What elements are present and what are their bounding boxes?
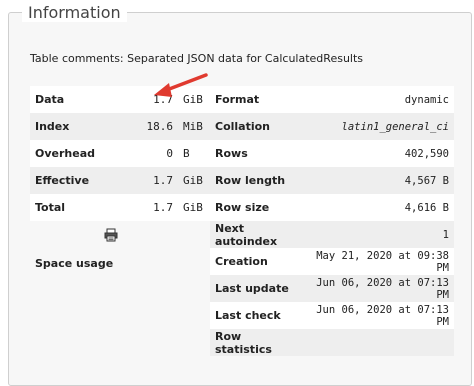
row-stat-label: Last update — [210, 275, 302, 302]
space-value: 1.7 — [108, 194, 178, 221]
row-stat-value: 4,567 B — [302, 167, 454, 194]
row-stat-collation: Collation latin1_general_ci — [210, 113, 454, 140]
row-stat-format: Format dynamic — [210, 86, 454, 113]
row-stat-label: Row size — [210, 194, 302, 221]
space-label: Index — [30, 113, 108, 140]
row-stat-value: Jun 06, 2020 at 07:13 PM — [302, 302, 454, 329]
space-usage-table: Data 1.7 GiB Index 18.6 MiB Overhead 0 B… — [30, 86, 210, 221]
row-stat-label: Rows — [210, 140, 302, 167]
space-row-index: Index 18.6 MiB — [30, 113, 210, 140]
row-stat-value — [302, 329, 454, 356]
row-stat-label: Next autoindex — [210, 221, 302, 248]
row-stat-value: 4,616 B — [302, 194, 454, 221]
space-label: Effective — [30, 167, 108, 194]
table-comments: Table comments: Separated JSON data for … — [30, 52, 364, 65]
space-unit: MiB — [178, 113, 210, 140]
space-row-effective: Effective 1.7 GiB — [30, 167, 210, 194]
information-legend: Information — [22, 3, 127, 22]
row-statistics-table: Format dynamic Collation latin1_general_… — [210, 86, 454, 356]
row-stat-value: latin1_general_ci — [302, 113, 454, 140]
row-stat-row-statistics: Row statistics — [210, 329, 454, 356]
space-unit: GiB — [178, 194, 210, 221]
row-stat-value: 1 — [302, 221, 454, 248]
row-stat-value: 402,590 — [302, 140, 454, 167]
space-unit: GiB — [178, 167, 210, 194]
space-label: Overhead — [30, 140, 108, 167]
row-stat-label: Format — [210, 86, 302, 113]
space-usage-heading: Space usage — [35, 257, 114, 270]
space-row-total: Total 1.7 GiB — [30, 194, 210, 221]
row-stat-value: May 21, 2020 at 09:38 PM — [302, 248, 454, 275]
space-label: Total — [30, 194, 108, 221]
row-stat-label: Row statistics — [210, 329, 302, 356]
red-arrow-icon — [154, 73, 208, 97]
row-stat-last-update: Last update Jun 06, 2020 at 07:13 PM — [210, 275, 454, 302]
space-value: 0 — [108, 140, 178, 167]
row-stat-next-autoindex: Next autoindex 1 — [210, 221, 454, 248]
row-stat-row-size: Row size 4,616 B — [210, 194, 454, 221]
row-stat-value: dynamic — [302, 86, 454, 113]
row-stat-label: Collation — [210, 113, 302, 140]
row-stat-label: Last check — [210, 302, 302, 329]
row-stat-label: Creation — [210, 248, 302, 275]
space-value: 1.7 — [108, 167, 178, 194]
printer-icon[interactable] — [104, 228, 118, 242]
row-stat-creation: Creation May 21, 2020 at 09:38 PM — [210, 248, 454, 275]
space-row-overhead: Overhead 0 B — [30, 140, 210, 167]
row-stat-rows: Rows 402,590 — [210, 140, 454, 167]
row-stat-value: Jun 06, 2020 at 07:13 PM — [302, 275, 454, 302]
row-stat-label: Row length — [210, 167, 302, 194]
space-label: Data — [30, 86, 108, 113]
space-unit: B — [178, 140, 210, 167]
row-stat-row-length: Row length 4,567 B — [210, 167, 454, 194]
space-value: 18.6 — [108, 113, 178, 140]
row-stat-last-check: Last check Jun 06, 2020 at 07:13 PM — [210, 302, 454, 329]
